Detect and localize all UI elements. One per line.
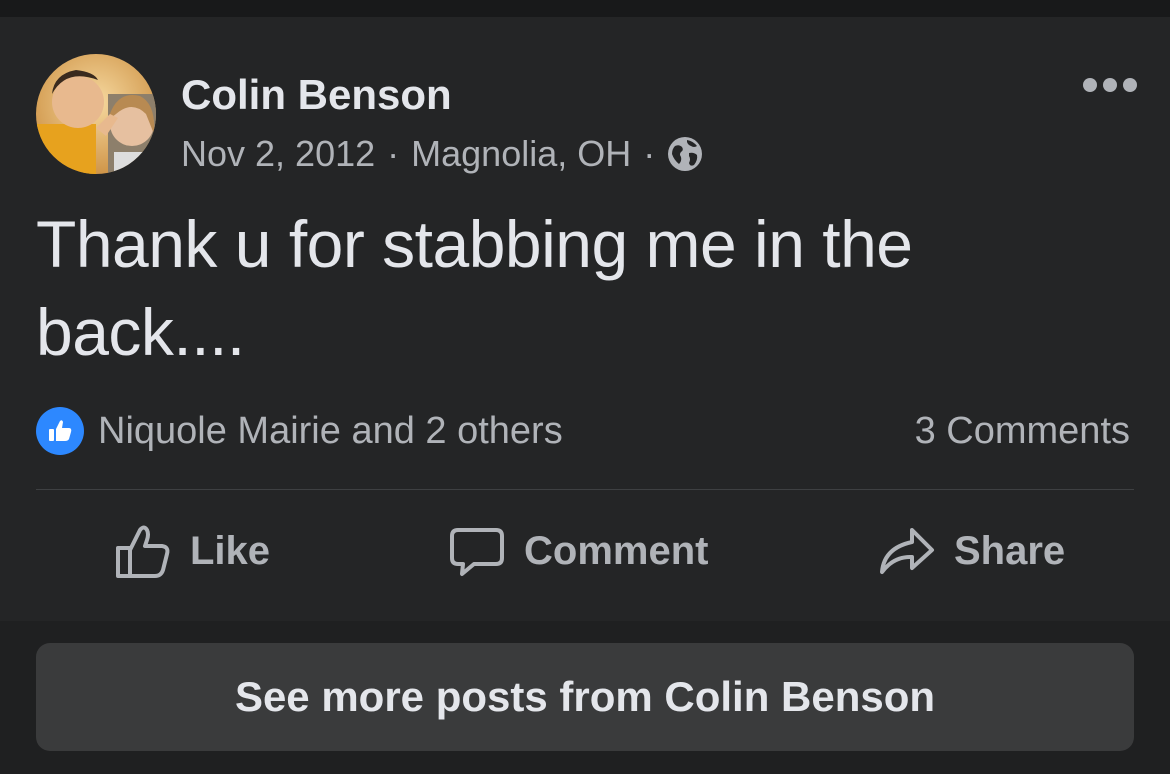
comment-label: Comment xyxy=(524,528,709,573)
see-more-posts-button[interactable]: See more posts from Colin Benson xyxy=(36,643,1134,751)
like-label: Like xyxy=(190,528,271,573)
post-meta: Nov 2, 2012 · Magnolia, OH · xyxy=(181,133,703,175)
globe-icon xyxy=(667,136,703,172)
reactions-summary[interactable]: Niquole Mairie and 2 others xyxy=(36,407,563,455)
author-name[interactable]: Colin Benson xyxy=(181,71,452,119)
comments-count[interactable]: 3 Comments xyxy=(915,410,1130,453)
comment-button[interactable]: Comment xyxy=(448,520,708,582)
meta-separator: · xyxy=(643,133,656,174)
share-icon xyxy=(878,522,936,580)
comment-icon xyxy=(448,522,506,580)
share-label: Share xyxy=(954,528,1066,573)
like-reaction-icon xyxy=(36,407,84,455)
like-button[interactable]: Like xyxy=(114,520,270,582)
post-location[interactable]: Magnolia, OH xyxy=(411,133,631,175)
divider xyxy=(36,489,1134,490)
post-date[interactable]: Nov 2, 2012 xyxy=(181,133,375,175)
avatar[interactable] xyxy=(36,54,156,174)
more-options-icon[interactable] xyxy=(1083,74,1137,96)
share-button[interactable]: Share xyxy=(878,520,1065,582)
meta-separator: · xyxy=(387,133,400,174)
top-strip xyxy=(0,0,1170,17)
thumbs-up-icon xyxy=(114,522,172,580)
post-text: Thank u for stabbing me in the back.... xyxy=(36,207,913,369)
reactions-text: Niquole Mairie and 2 others xyxy=(98,409,563,452)
